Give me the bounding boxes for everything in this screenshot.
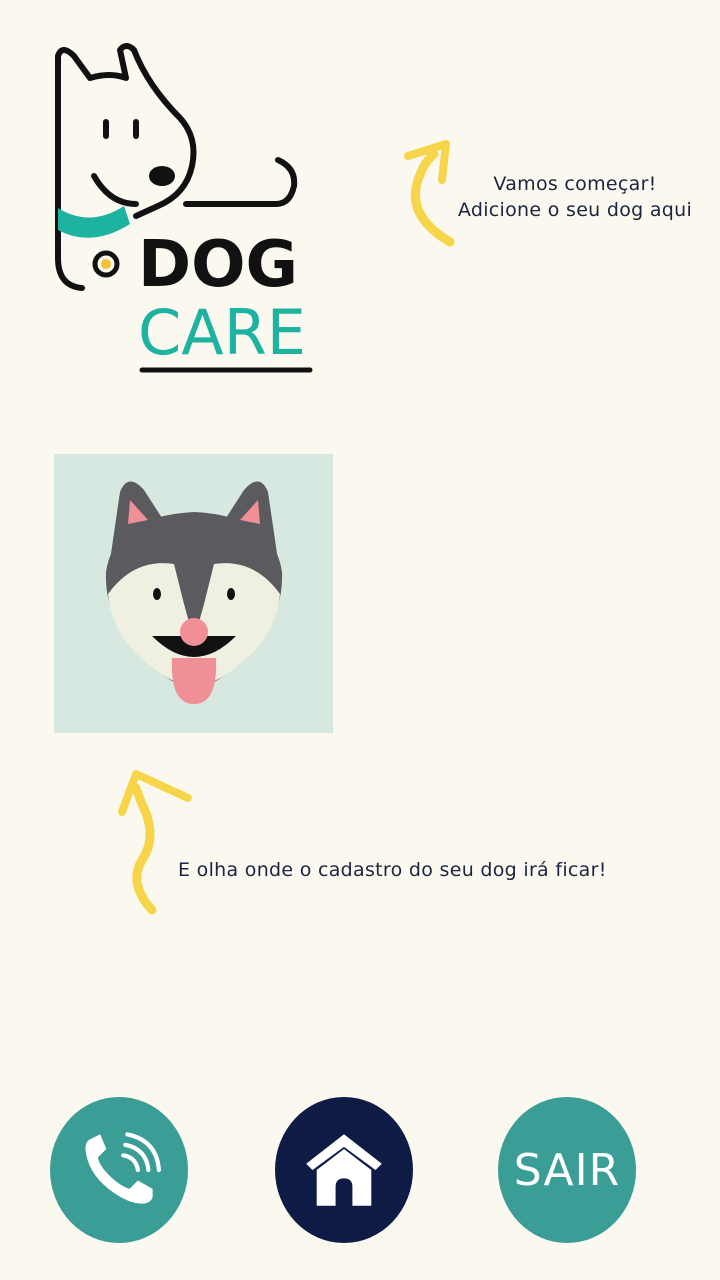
exit-button-label: SAIR (513, 1144, 621, 1196)
dog-house-icon (306, 1134, 382, 1206)
start-hint-line1: Vamos começar! (493, 173, 657, 195)
add-dog-card[interactable] (54, 454, 333, 733)
phone-call-icon (85, 1132, 161, 1204)
dog-care-logo: DOG CARE (40, 36, 340, 386)
register-hint: E olha onde o cadastro do seu dog irá fi… (178, 859, 607, 881)
home-button[interactable] (275, 1097, 413, 1243)
start-hint: Vamos começar! Adicione o seu dog aqui (430, 171, 720, 223)
dog-logo-icon: DOG CARE (55, 43, 313, 373)
exit-button[interactable]: SAIR (498, 1097, 636, 1243)
logo-dog-text: DOG (138, 228, 298, 302)
logo-care-text: CARE (138, 296, 306, 369)
phone-button[interactable] (50, 1097, 188, 1243)
curved-arrow-icon (108, 764, 200, 916)
start-hint-line2: Adicione o seu dog aqui (457, 199, 693, 221)
husky-face-icon (105, 481, 283, 704)
